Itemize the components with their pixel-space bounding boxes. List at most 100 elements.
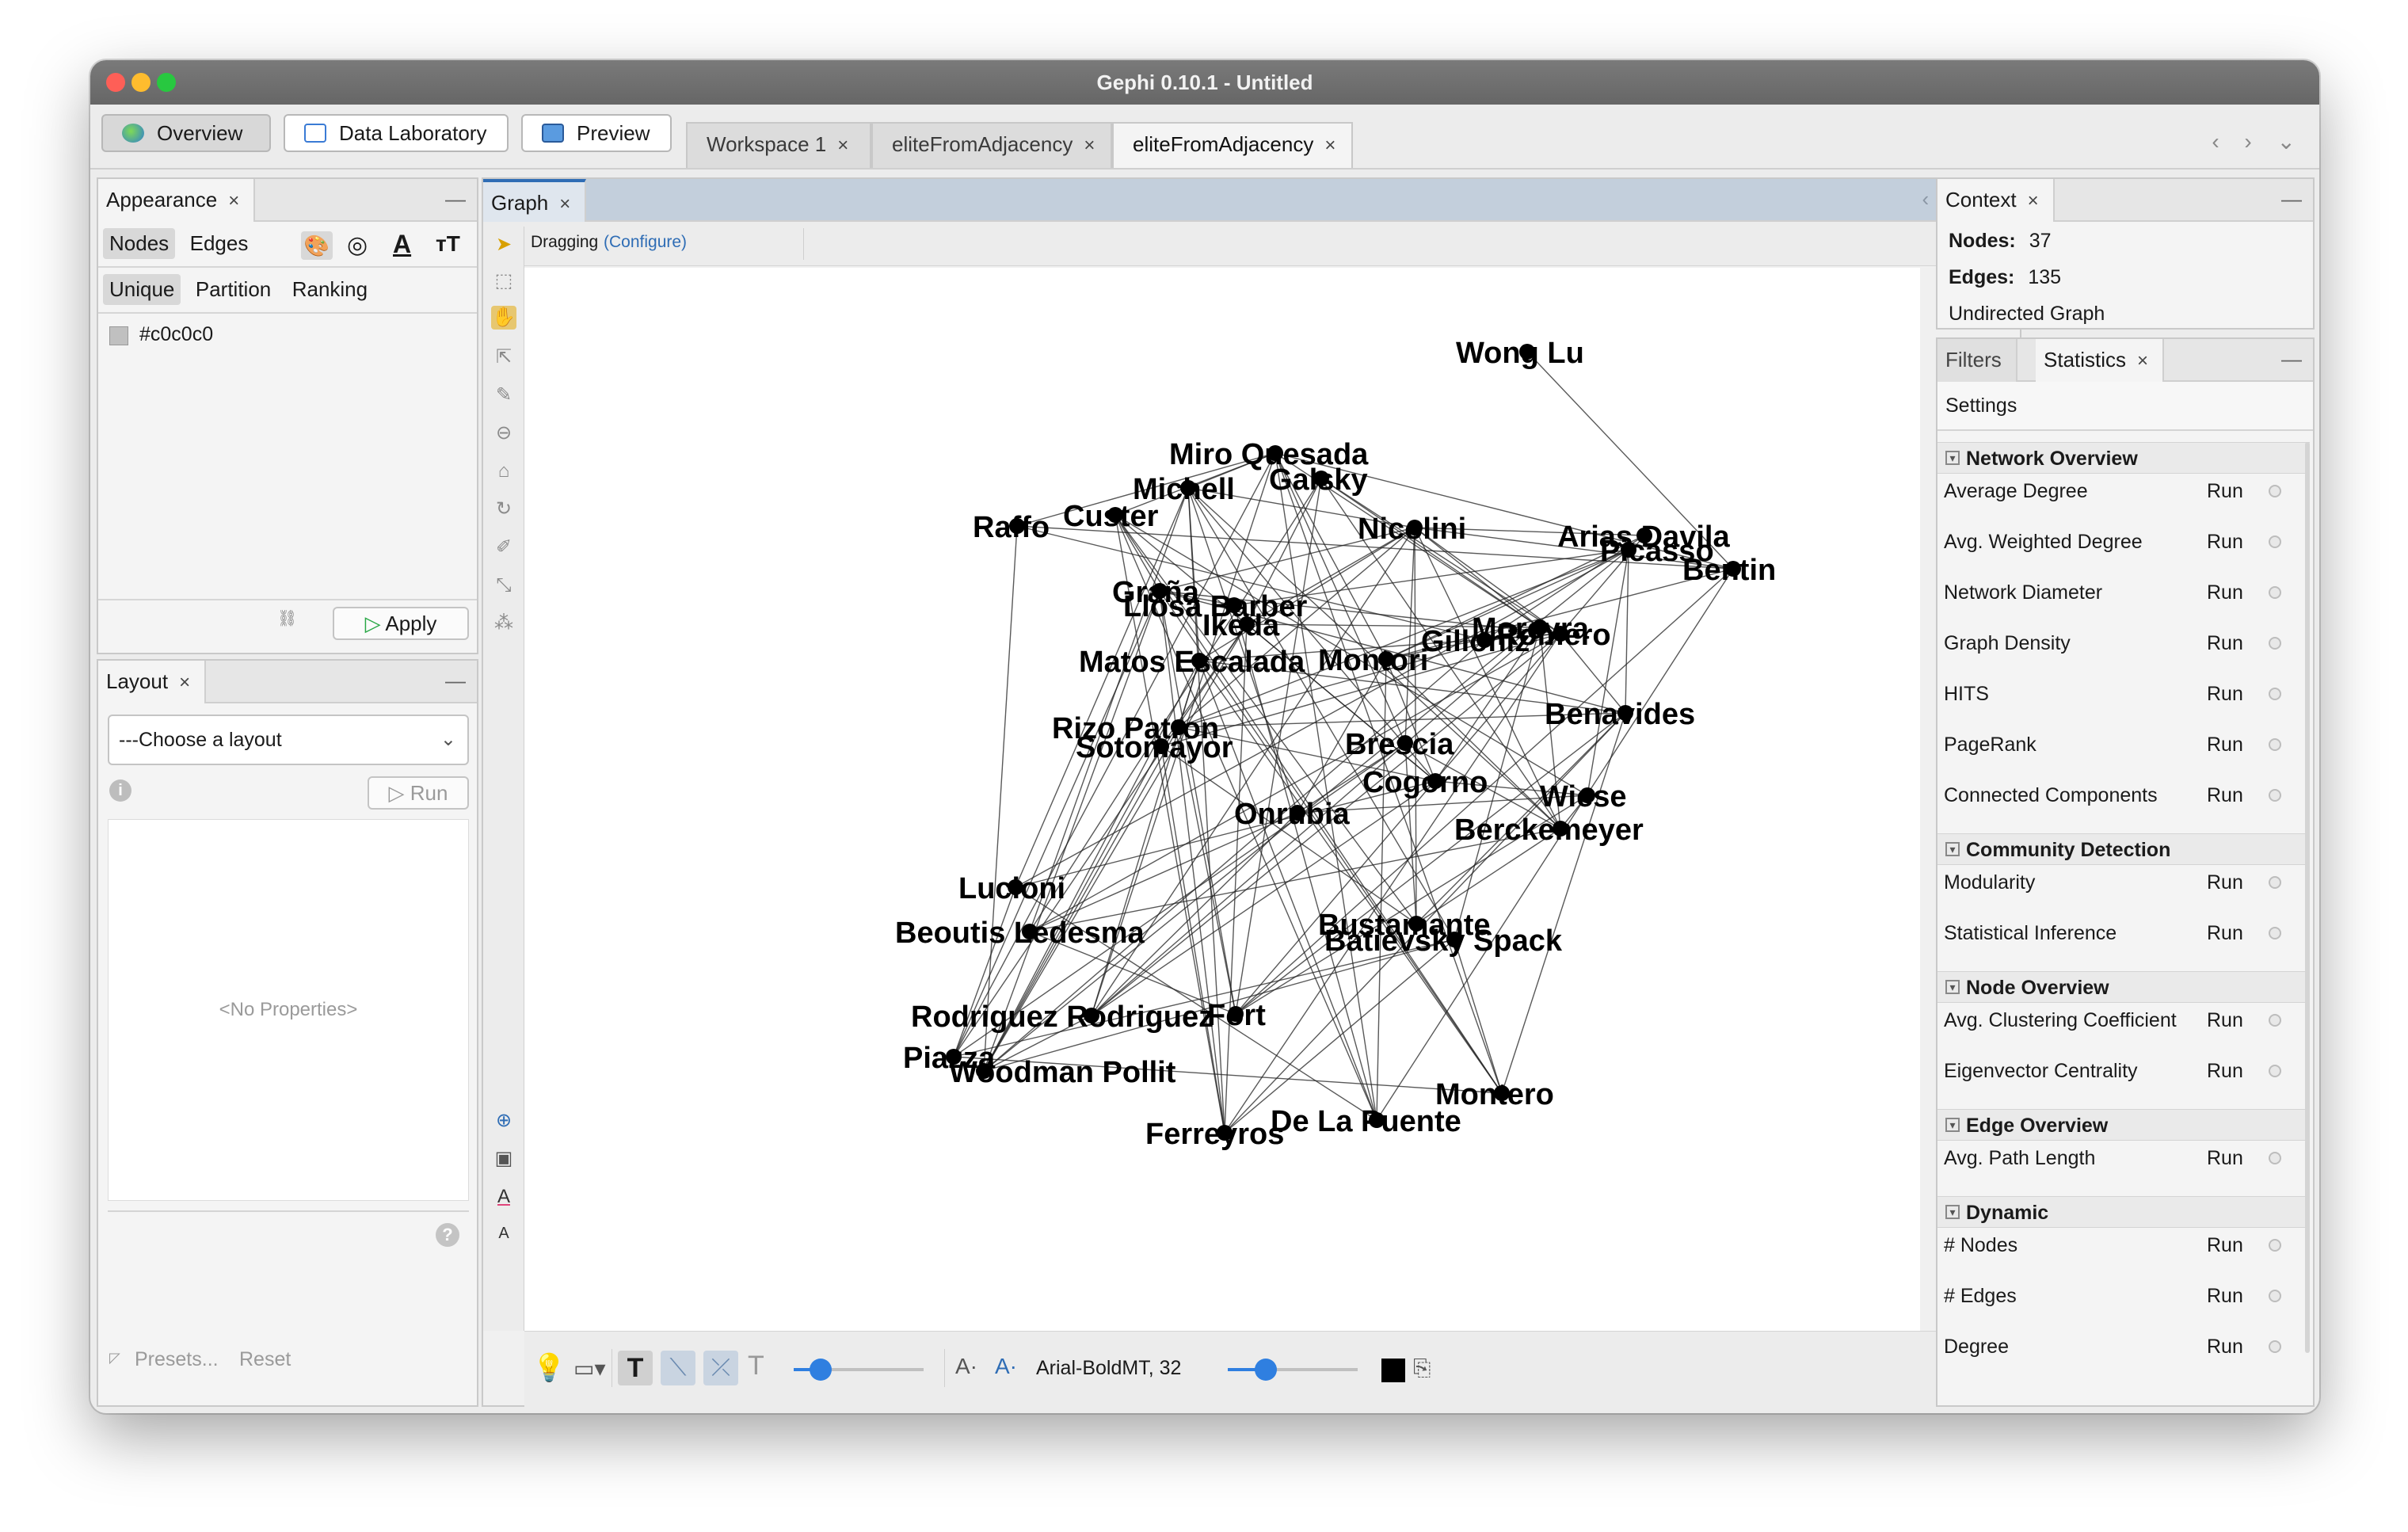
apply-button[interactable]: ▷ Apply	[333, 607, 469, 640]
nodes-toggle[interactable]: Nodes	[103, 228, 176, 259]
stat-info-icon[interactable]	[2269, 789, 2281, 802]
font-size-down-icon[interactable]: A·	[955, 1354, 977, 1379]
stat-run-button[interactable]: Run	[2207, 618, 2243, 669]
stat-run-button[interactable]: Run	[2207, 1271, 2243, 1321]
data-laboratory-button[interactable]: Data Laboratory	[284, 114, 509, 152]
layout-select[interactable]: ---Choose a layout ⌄	[108, 715, 469, 765]
collapse-icon[interactable]: ▾	[1945, 842, 1960, 856]
stat-info-icon[interactable]	[2269, 1065, 2281, 1077]
pointer-question-icon[interactable]: ⇱	[491, 345, 516, 369]
tab-elitefromadjacency-2[interactable]: eliteFromAdjacency ×	[1112, 122, 1353, 168]
minimize-icon[interactable]: —	[2281, 187, 2302, 212]
label-color-swatch[interactable]	[1381, 1359, 1405, 1382]
screenshot-icon[interactable]: ▭▾	[573, 1355, 606, 1381]
tab-nav-arrows[interactable]: ‹ › ⌄	[2212, 128, 2305, 154]
minimize-window-button[interactable]	[131, 73, 150, 92]
stat-info-icon[interactable]	[2269, 738, 2281, 751]
preview-button[interactable]: Preview	[521, 114, 672, 152]
network-graph[interactable]: Wong LuMiro QuesadaGalskyMichellCusterRa…	[524, 268, 1920, 1331]
close-icon[interactable]: ×	[179, 672, 190, 693]
settings-button[interactable]: Settings	[1937, 382, 2313, 431]
edge-scale-slider[interactable]	[794, 1359, 924, 1381]
stat-run-button[interactable]: Run	[2207, 466, 2243, 516]
overview-button[interactable]: Overview	[101, 114, 271, 152]
stat-info-icon[interactable]	[2269, 586, 2281, 599]
rectangle-select-icon[interactable]: ⬚	[491, 269, 516, 293]
appearance-tab[interactable]: Appearance ×	[98, 179, 256, 222]
lightbulb-icon[interactable]: 💡	[532, 1352, 566, 1384]
edges-toggle[interactable]: Edges	[184, 228, 255, 259]
stat-run-button[interactable]: Run	[2207, 908, 2243, 958]
stat-info-icon[interactable]	[2269, 688, 2281, 700]
collapse-icon[interactable]: ▾	[1945, 1118, 1960, 1132]
ranking-tab[interactable]: Ranking	[286, 274, 374, 305]
stat-run-button[interactable]: Run	[2207, 567, 2243, 618]
help-icon[interactable]: ?	[436, 1223, 459, 1247]
size-icon[interactable]: ◎	[347, 231, 368, 260]
close-icon[interactable]: ×	[837, 135, 848, 156]
color-palette-icon[interactable]: 🎨	[301, 231, 333, 260]
shortest-path-icon[interactable]: ⤡	[491, 574, 516, 597]
color-swatch[interactable]	[109, 326, 128, 345]
zoom-window-button[interactable]	[157, 73, 176, 92]
show-labels-icon[interactable]: T	[618, 1351, 653, 1385]
neighbors-icon[interactable]: ⁂	[491, 612, 516, 635]
stat-info-icon[interactable]	[2269, 485, 2281, 497]
stat-run-button[interactable]: Run	[2207, 857, 2243, 908]
layout-tab[interactable]: Layout ×	[98, 661, 207, 703]
configure-link[interactable]: (Configure)	[604, 233, 687, 252]
stat-run-button[interactable]: Run	[2207, 770, 2243, 821]
rotate-icon[interactable]: ↻	[491, 497, 516, 521]
close-icon[interactable]: ×	[228, 190, 239, 212]
graph-canvas[interactable]: Wong Lu Miro Quesada Galsky Michell Custer Ra…	[524, 268, 1920, 1331]
minimize-icon[interactable]: —	[2281, 347, 2302, 372]
stat-run-button[interactable]: Run	[2207, 1046, 2243, 1096]
stat-run-button[interactable]: Run	[2207, 995, 2243, 1046]
label-attributes-icon[interactable]: ⎘	[1413, 1355, 1431, 1381]
stat-run-button[interactable]: Run	[2207, 1220, 2243, 1271]
filters-tab[interactable]: Filters	[1937, 339, 2017, 382]
close-icon[interactable]: ×	[2137, 350, 2148, 372]
close-icon[interactable]: ×	[1324, 135, 1335, 156]
minimize-icon[interactable]: —	[445, 187, 466, 212]
statistics-scrollbar[interactable]	[2305, 442, 2310, 1353]
label-color-tool-icon[interactable]: A	[491, 1185, 516, 1209]
close-icon[interactable]: ×	[1084, 135, 1095, 156]
stat-run-button[interactable]: Run	[2207, 719, 2243, 770]
stat-info-icon[interactable]	[2269, 927, 2281, 939]
edge-pencil-icon[interactable]: ✐	[491, 535, 516, 559]
stat-info-icon[interactable]	[2269, 1290, 2281, 1302]
font-size-up-icon[interactable]: A·	[995, 1354, 1017, 1379]
stat-run-button[interactable]: Run	[2207, 1133, 2243, 1183]
close-window-button[interactable]	[106, 73, 125, 92]
layout-run-button[interactable]: ▷ Run	[368, 776, 469, 810]
presets-link[interactable]: Presets...	[135, 1348, 219, 1371]
unique-tab[interactable]: Unique	[103, 274, 181, 305]
label-scale-slider[interactable]	[1228, 1359, 1358, 1381]
label-size-icon[interactable]: тT	[436, 231, 460, 257]
edge-display-icon[interactable]: ⟍	[661, 1351, 695, 1385]
info-icon[interactable]: i	[109, 779, 131, 802]
tab-elitefromadjacency-1[interactable]: eliteFromAdjacency ×	[871, 122, 1112, 168]
stat-info-icon[interactable]	[2269, 1340, 2281, 1353]
stat-run-button[interactable]: Run	[2207, 516, 2243, 567]
stat-info-icon[interactable]	[2269, 535, 2281, 548]
stat-run-button[interactable]: Run	[2207, 1321, 2243, 1372]
chain-icon[interactable]: ⛓	[277, 608, 297, 628]
stat-info-icon[interactable]	[2269, 637, 2281, 650]
stat-info-icon[interactable]	[2269, 1239, 2281, 1252]
paint-bucket-icon[interactable]: ⌂	[491, 459, 516, 483]
edge-color-icon[interactable]: ⤫	[703, 1351, 738, 1385]
select-arrow-icon[interactable]: ➤	[491, 233, 516, 257]
drag-hand-icon[interactable]: ✋	[491, 306, 516, 330]
tab-workspace-1[interactable]: Workspace 1 ×	[686, 122, 871, 168]
label-font-icon[interactable]: A	[491, 1221, 516, 1245]
statistics-tab[interactable]: Statistics ×	[2036, 339, 2165, 382]
size-tool-icon[interactable]: ⊖	[491, 421, 516, 445]
stat-info-icon[interactable]	[2269, 1014, 2281, 1027]
zoom-fit-icon[interactable]: ⊕	[491, 1109, 516, 1133]
collapse-icon[interactable]: ▾	[1945, 451, 1960, 465]
pencil-icon[interactable]: ✎	[491, 383, 516, 407]
close-icon[interactable]: ×	[559, 193, 570, 215]
context-tab[interactable]: Context ×	[1937, 179, 2055, 222]
